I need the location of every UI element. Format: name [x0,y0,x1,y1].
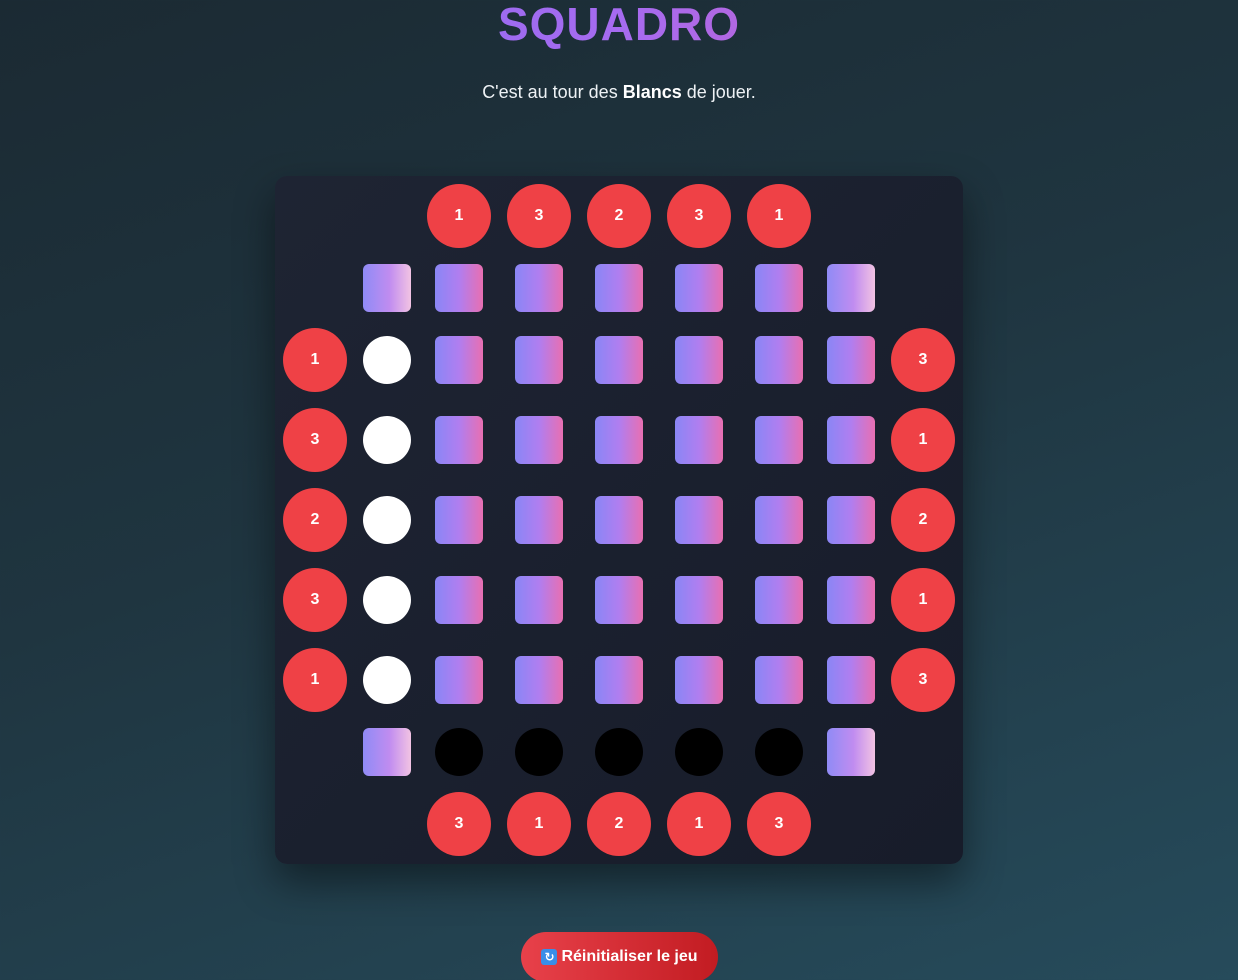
white-piece[interactable] [363,416,411,464]
top-speed-marker: 3 [507,184,571,248]
board-cell[interactable] [363,264,411,312]
board-cell[interactable] [675,576,723,624]
board-cell[interactable] [755,656,803,704]
board-cell[interactable] [515,416,563,464]
bottom-speed-marker: 1 [667,792,731,856]
board-cell[interactable] [755,336,803,384]
board-cell[interactable] [515,656,563,704]
board-cell[interactable] [755,576,803,624]
bottom-speed-marker: 3 [427,792,491,856]
turn-status: C'est au tour des Blancs de jouer. [0,82,1238,103]
white-piece[interactable] [363,336,411,384]
white-piece[interactable] [363,656,411,704]
board-cell[interactable] [675,496,723,544]
black-piece[interactable] [675,728,723,776]
top-speed-marker: 2 [587,184,651,248]
board-cell[interactable] [827,656,875,704]
board-cell[interactable] [755,264,803,312]
black-piece[interactable] [755,728,803,776]
board-cell[interactable] [827,576,875,624]
board-cell[interactable] [755,416,803,464]
left-speed-marker: 3 [283,568,347,632]
reset-button-label: Réinitialiser le jeu [561,948,698,965]
board-cell[interactable] [827,728,875,776]
board-cell[interactable] [755,496,803,544]
right-speed-marker: 3 [891,648,955,712]
board-cell[interactable] [675,656,723,704]
board-cell[interactable] [515,264,563,312]
game-board: 13231312131323131213 [275,176,963,864]
board-cell[interactable] [363,728,411,776]
top-speed-marker: 1 [427,184,491,248]
board-cell[interactable] [515,576,563,624]
board-cell[interactable] [675,336,723,384]
board-cell[interactable] [515,336,563,384]
right-speed-marker: 1 [891,408,955,472]
board-cell[interactable] [675,416,723,464]
top-speed-marker: 1 [747,184,811,248]
bottom-speed-marker: 1 [507,792,571,856]
board-cell[interactable] [595,656,643,704]
board-cell[interactable] [675,264,723,312]
game-title: SQUADRO [0,0,1238,54]
black-piece[interactable] [595,728,643,776]
board-cell[interactable] [435,264,483,312]
right-speed-marker: 1 [891,568,955,632]
right-speed-marker: 2 [891,488,955,552]
board-cell[interactable] [595,416,643,464]
board-cell[interactable] [595,264,643,312]
board-cell[interactable] [435,416,483,464]
left-speed-marker: 1 [283,328,347,392]
refresh-icon: ↻ [541,949,558,965]
reset-button[interactable]: ↻ Réinitialiser le jeu [521,932,718,980]
board-cell[interactable] [827,264,875,312]
left-speed-marker: 1 [283,648,347,712]
right-speed-marker: 3 [891,328,955,392]
board-cell[interactable] [515,496,563,544]
top-speed-marker: 3 [667,184,731,248]
board-cell[interactable] [595,336,643,384]
board-cell[interactable] [827,496,875,544]
black-piece[interactable] [435,728,483,776]
left-speed-marker: 2 [283,488,347,552]
board-cell[interactable] [435,336,483,384]
white-piece[interactable] [363,496,411,544]
board-cell[interactable] [595,496,643,544]
bottom-speed-marker: 3 [747,792,811,856]
board-cell[interactable] [435,496,483,544]
board-cell[interactable] [435,656,483,704]
current-player: Blancs [622,82,682,102]
board-cell[interactable] [827,336,875,384]
left-speed-marker: 3 [283,408,347,472]
board-cell[interactable] [827,416,875,464]
turn-status-prefix: C'est au tour des [482,82,623,102]
black-piece[interactable] [515,728,563,776]
turn-status-suffix: de jouer. [681,82,756,102]
white-piece[interactable] [363,576,411,624]
board-cell[interactable] [595,576,643,624]
bottom-speed-marker: 2 [587,792,651,856]
board-cell[interactable] [435,576,483,624]
